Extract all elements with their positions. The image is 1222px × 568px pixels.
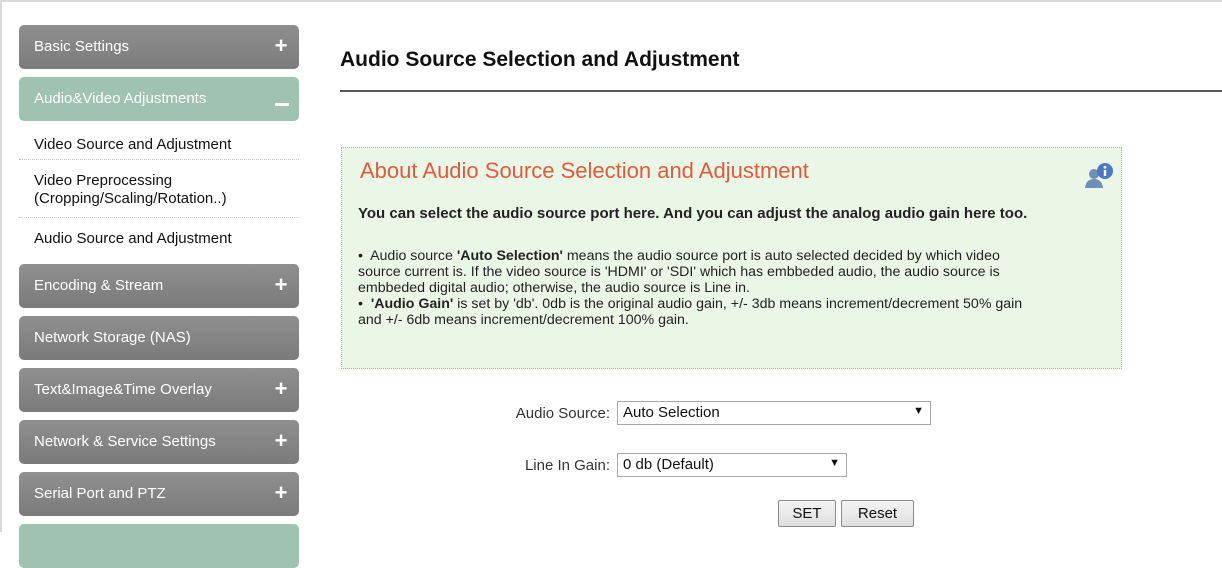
title-divider <box>340 90 1222 92</box>
audio-source-value: Auto Selection <box>623 404 720 421</box>
window-top-edge <box>0 0 1222 2</box>
menu-network-service-settings[interactable]: Network & Service Settings + <box>19 420 299 464</box>
menu-next-item-partial[interactable] <box>19 524 299 568</box>
line-in-gain-value: 0 db (Default) <box>623 456 714 473</box>
info-text: source current is. If the video source i… <box>358 264 1000 280</box>
expand-plus-icon[interactable]: + <box>273 274 289 296</box>
info-bold-term: 'Auto Selection' <box>456 248 563 264</box>
submenu-label-line1: Video Preprocessing <box>34 172 173 189</box>
submenu-audio-source-adjustment[interactable]: Audio Source and Adjustment <box>19 227 299 254</box>
info-title: About Audio Source Selection and Adjustm… <box>360 158 809 183</box>
reset-button[interactable]: Reset <box>841 500 914 527</box>
submenu-label: Video Source and Adjustment <box>34 136 232 153</box>
info-text: and +/- 6db means increment/decrement 10… <box>358 312 689 328</box>
menu-text-image-time-overlay[interactable]: Text&Image&Time Overlay + <box>19 368 299 412</box>
expand-plus-icon[interactable]: + <box>273 35 289 57</box>
page-title: Audio Source Selection and Adjustment <box>340 48 740 71</box>
line-in-gain-label: Line In Gain: <box>524 457 610 474</box>
menu-serial-port-ptz[interactable]: Serial Port and PTZ + <box>19 472 299 516</box>
expand-plus-icon[interactable]: + <box>273 430 289 452</box>
info-paragraph-auto-selection: • Audio source 'Auto Selection' means th… <box>358 248 1118 328</box>
expand-plus-icon[interactable]: + <box>273 378 289 400</box>
submenu-video-source-adjustment[interactable]: Video Source and Adjustment <box>19 133 299 160</box>
bullet: • <box>358 248 363 264</box>
menu-label: Network Storage (NAS) <box>34 329 191 346</box>
menu-audio-video-adjustments[interactable]: Audio&Video Adjustments <box>19 77 299 121</box>
submenu-video-preprocessing[interactable]: Video Preprocessing (Cropping/Scaling/Ro… <box>19 169 299 218</box>
audio-source-select[interactable]: Auto Selection ▼ <box>617 401 931 425</box>
submenu-label-line2: (Cropping/Scaling/Rotation..) <box>34 190 227 207</box>
audio-source-label: Audio Source: <box>515 405 610 422</box>
info-bold-term: 'Audio Gain' <box>370 296 454 312</box>
menu-encoding-stream[interactable]: Encoding & Stream + <box>19 264 299 308</box>
menu-basic-settings[interactable]: Basic Settings + <box>19 25 299 69</box>
info-text: is set by 'db'. 0db is the original audi… <box>453 296 1023 312</box>
menu-label: Network & Service Settings <box>34 433 216 450</box>
menu-network-storage[interactable]: Network Storage (NAS) <box>19 316 299 360</box>
set-button[interactable]: SET <box>778 500 836 527</box>
info-text: embbeded digital audio; otherwise, the a… <box>358 280 750 296</box>
info-panel: About Audio Source Selection and Adjustm… <box>341 147 1122 369</box>
menu-label: Basic Settings <box>34 38 130 55</box>
menu-label: Audio&Video Adjustments <box>34 90 207 107</box>
dropdown-arrow-icon: ▼ <box>829 457 840 469</box>
dropdown-arrow-icon: ▼ <box>913 405 924 417</box>
menu-label: Encoding & Stream <box>34 277 164 294</box>
info-subtitle: You can select the audio source port her… <box>358 205 1028 222</box>
help-info-icon[interactable] <box>1083 162 1115 190</box>
window-left-edge <box>0 0 2 532</box>
collapse-minus-icon[interactable] <box>275 103 289 106</box>
menu-label: Serial Port and PTZ <box>34 485 166 502</box>
expand-plus-icon[interactable]: + <box>273 482 289 504</box>
submenu-label: Audio Source and Adjustment <box>34 230 232 247</box>
bullet: • <box>358 296 363 312</box>
info-text: Audio source <box>370 248 457 264</box>
line-in-gain-select[interactable]: 0 db (Default) ▼ <box>617 453 847 477</box>
info-text: means the audio source port is auto sele… <box>562 248 1000 264</box>
menu-label: Text&Image&Time Overlay <box>34 381 212 398</box>
